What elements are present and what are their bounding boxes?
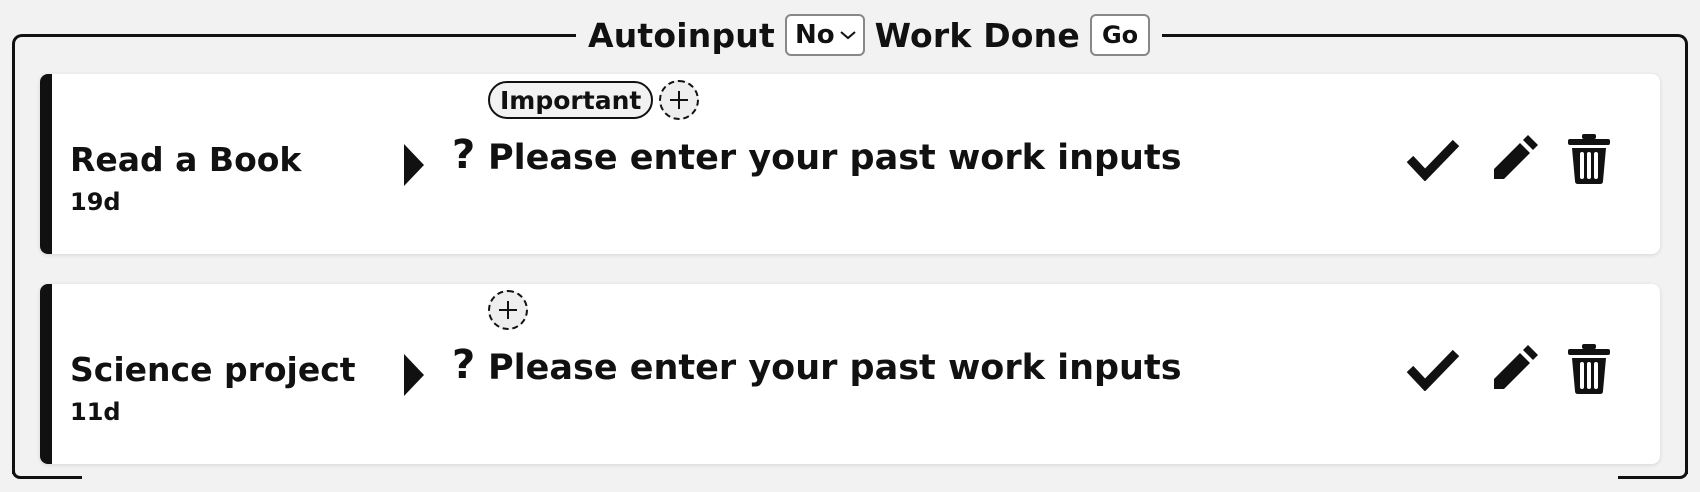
check-icon[interactable] [1406,137,1460,181]
pencil-icon[interactable] [1490,135,1538,183]
tag-chip[interactable]: Important [488,81,654,119]
caret-right-icon[interactable] [402,354,426,396]
plus-icon [670,91,689,109]
question-icon: ? [452,342,476,388]
go-button[interactable]: Go [1089,14,1151,56]
autoinput-label: Autoinput [588,15,775,55]
task-card: Important Read a Book 19d ? Please enter… [40,74,1660,254]
add-tag-button[interactable] [488,290,528,330]
trash-icon[interactable] [1568,134,1610,184]
task-card: Science project 11d ? Please enter your … [40,284,1660,464]
check-icon[interactable] [1406,347,1460,391]
chevron-down-icon [839,31,856,40]
work-input-prompt[interactable]: Please enter your past work inputs [488,138,1182,178]
caret-right-icon[interactable] [402,144,426,186]
trash-icon[interactable] [1568,344,1610,394]
task-actions [1406,344,1610,394]
frame-corner-left [12,471,82,479]
task-age: 11d [70,398,121,426]
autoinput-select-value: No [794,20,835,50]
header-controls: Autoinput No Work Done Go [576,10,1163,60]
task-actions [1406,134,1610,184]
tag-list: Important [488,80,700,120]
question-icon: ? [452,132,476,178]
pencil-icon[interactable] [1490,345,1538,393]
add-tag-button[interactable] [659,80,700,120]
work-input-prompt[interactable]: Please enter your past work inputs [488,348,1182,388]
task-name: Read a Book [70,140,302,179]
frame-corner-right [1618,471,1688,479]
work-done-label: Work Done [874,15,1080,55]
autoinput-select[interactable]: No [784,14,865,56]
plus-icon [499,301,517,319]
task-name: Science project [70,350,356,389]
tag-list [488,290,528,330]
task-age: 19d [70,188,121,216]
